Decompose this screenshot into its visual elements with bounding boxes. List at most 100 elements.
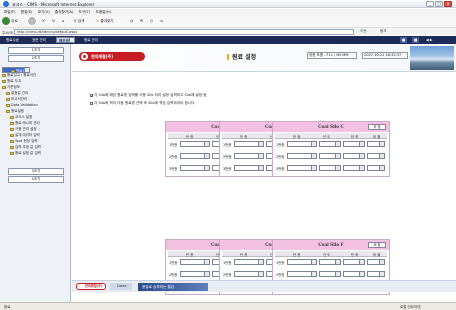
year-select[interactable] (319, 271, 341, 277)
nav-item[interactable]: 표준 관리 (30, 37, 48, 43)
coal-type-select[interactable] (287, 153, 317, 159)
note-line: 각 Silo에 해당 원료명 입력를 사용 Silo 처리 설정 입력하고 Si… (90, 93, 207, 98)
save-button[interactable]: 저 장 (368, 242, 386, 248)
coal-type-select[interactable] (234, 141, 264, 147)
row-label: 2번종 (276, 272, 285, 277)
sidebar: 1조기 2조기 원료관리 원료입고 / 원료이관 원료 사고 기준정보 설정값 … (0, 44, 71, 302)
status-bar: 완료 로컬 인트라넷 (0, 302, 456, 310)
print-icon[interactable]: ⎙ (150, 17, 153, 25)
ratio-select[interactable] (367, 271, 385, 277)
coal-type-select[interactable] (287, 141, 317, 147)
links-button[interactable]: 링크 (380, 29, 386, 34)
footer-logo: 현대제철(주) (76, 283, 106, 290)
coal-type-select[interactable] (180, 165, 210, 171)
search-icon: ⚲ (74, 19, 77, 23)
silo-row: 1번종 (275, 140, 387, 148)
ratio-select[interactable] (367, 165, 385, 171)
row-label: 1번종 (276, 142, 285, 147)
row-label: 3번종 (276, 166, 285, 171)
save-button[interactable]: 저 장 (368, 124, 386, 130)
back-arrow-icon (2, 17, 10, 25)
nav-logout-button[interactable]: ◀ ▶ (424, 37, 435, 43)
mine-select[interactable] (343, 141, 365, 147)
year-select[interactable] (319, 153, 341, 159)
page-title: 원료 설정 (227, 52, 256, 61)
coal-type-select[interactable] (287, 271, 317, 277)
stop-icon[interactable]: ✕ (42, 17, 45, 25)
column-header: 탄 종 (240, 134, 248, 139)
nav-item-selected[interactable]: 제조관리 (56, 37, 75, 43)
minimize-button[interactable]: _ (426, 1, 434, 7)
address-input[interactable]: http://cims.dt/dev/cs/default.aspx (14, 29, 354, 35)
sidebar-button[interactable]: 4조기 (8, 176, 64, 183)
page-icon (10, 139, 14, 143)
back-button[interactable]: 뒤로 (2, 17, 18, 25)
forward-button[interactable] (28, 17, 36, 25)
mine-select[interactable] (343, 153, 365, 159)
close-button[interactable]: × (444, 1, 452, 7)
sidebar-button[interactable]: 2조기 (8, 55, 64, 62)
silo-table-header: 탄 종년 도탄 좌비 율 (275, 133, 387, 139)
silo-panel-header: Coal Silo F저 장 (273, 240, 389, 250)
mail-icon[interactable]: ✉ (140, 17, 143, 25)
year-select[interactable] (319, 141, 341, 147)
footer-slogan: 품질로 승부하는 철강 (138, 283, 208, 291)
note-checkbox[interactable] (90, 101, 93, 105)
home-icon[interactable]: ⌂ (62, 17, 64, 25)
coal-type-select[interactable] (234, 271, 264, 277)
title-bar: 코크스 - CIMS - Microsoft Internet Explorer… (0, 0, 456, 8)
logo-mark-icon (81, 53, 88, 60)
nav-home-button[interactable]: ■ (400, 37, 408, 43)
coal-type-select[interactable] (234, 259, 264, 265)
note-checkbox[interactable] (90, 93, 93, 97)
column-header: 탄 좌 (351, 134, 359, 139)
ratio-select[interactable] (367, 259, 385, 265)
nav-item[interactable]: 원료 관리 (82, 37, 100, 43)
year-select[interactable] (319, 165, 341, 171)
address-bar: 주소(D) http://cims.dt/dev/cs/default.aspx… (0, 27, 456, 35)
history-icon[interactable]: ◷ (130, 17, 133, 25)
coal-type-select[interactable] (287, 259, 317, 265)
star-icon: ★ (96, 19, 100, 23)
refresh-icon[interactable]: ↻ (52, 17, 55, 25)
page-icon (10, 145, 14, 149)
favorites-button[interactable]: ★ 즐겨찾기 (96, 17, 114, 25)
sidebar-button[interactable]: 3조기 (8, 168, 64, 175)
coal-type-select[interactable] (180, 271, 210, 277)
ratio-select[interactable] (367, 153, 385, 159)
page-icon (6, 103, 10, 107)
coal-type-select[interactable] (234, 165, 264, 171)
coal-type-select[interactable] (180, 141, 210, 147)
mine-select[interactable] (343, 165, 365, 171)
coal-type-select[interactable] (180, 259, 210, 265)
tree-item[interactable]: 원료 설정 값 입력 (2, 150, 70, 156)
sidebar-button[interactable]: 1조기 (8, 47, 64, 54)
nav-print-button[interactable]: ■ (412, 37, 420, 43)
nav-item[interactable]: 원료수송 (4, 37, 21, 43)
go-button[interactable]: 이동 (360, 29, 366, 34)
silo-row: 2번종 (275, 270, 387, 278)
page-icon (10, 151, 14, 155)
mine-select[interactable] (343, 259, 365, 265)
folder-icon[interactable]: ▭ (160, 17, 163, 25)
tree-item-selected[interactable]: 원료설정 (2, 67, 30, 73)
folder-icon (2, 85, 6, 89)
footer-brand: Cokes (110, 283, 132, 290)
column-header: 탄 종 (186, 252, 194, 257)
row-label: 2번종 (169, 272, 178, 277)
year-select[interactable] (319, 259, 341, 265)
row-label: 1번종 (223, 260, 232, 265)
note-line: 각 Silo에 적어 다음 원료명 선택 후 Silo에 적당 입력하셔야 됩니… (90, 101, 196, 106)
row-label: 2번종 (223, 154, 232, 159)
column-header: 탄 종 (240, 252, 248, 257)
coal-type-select[interactable] (234, 153, 264, 159)
row-label: 3번종 (223, 166, 232, 171)
maximize-button[interactable]: □ (435, 1, 443, 7)
ie-icon (3, 1, 9, 7)
ratio-select[interactable] (367, 141, 385, 147)
search-button[interactable]: ⚲ 검색 (74, 17, 84, 25)
coal-type-select[interactable] (180, 153, 210, 159)
mine-select[interactable] (343, 271, 365, 277)
row-label: 2번종 (169, 154, 178, 159)
coal-type-select[interactable] (287, 165, 317, 171)
